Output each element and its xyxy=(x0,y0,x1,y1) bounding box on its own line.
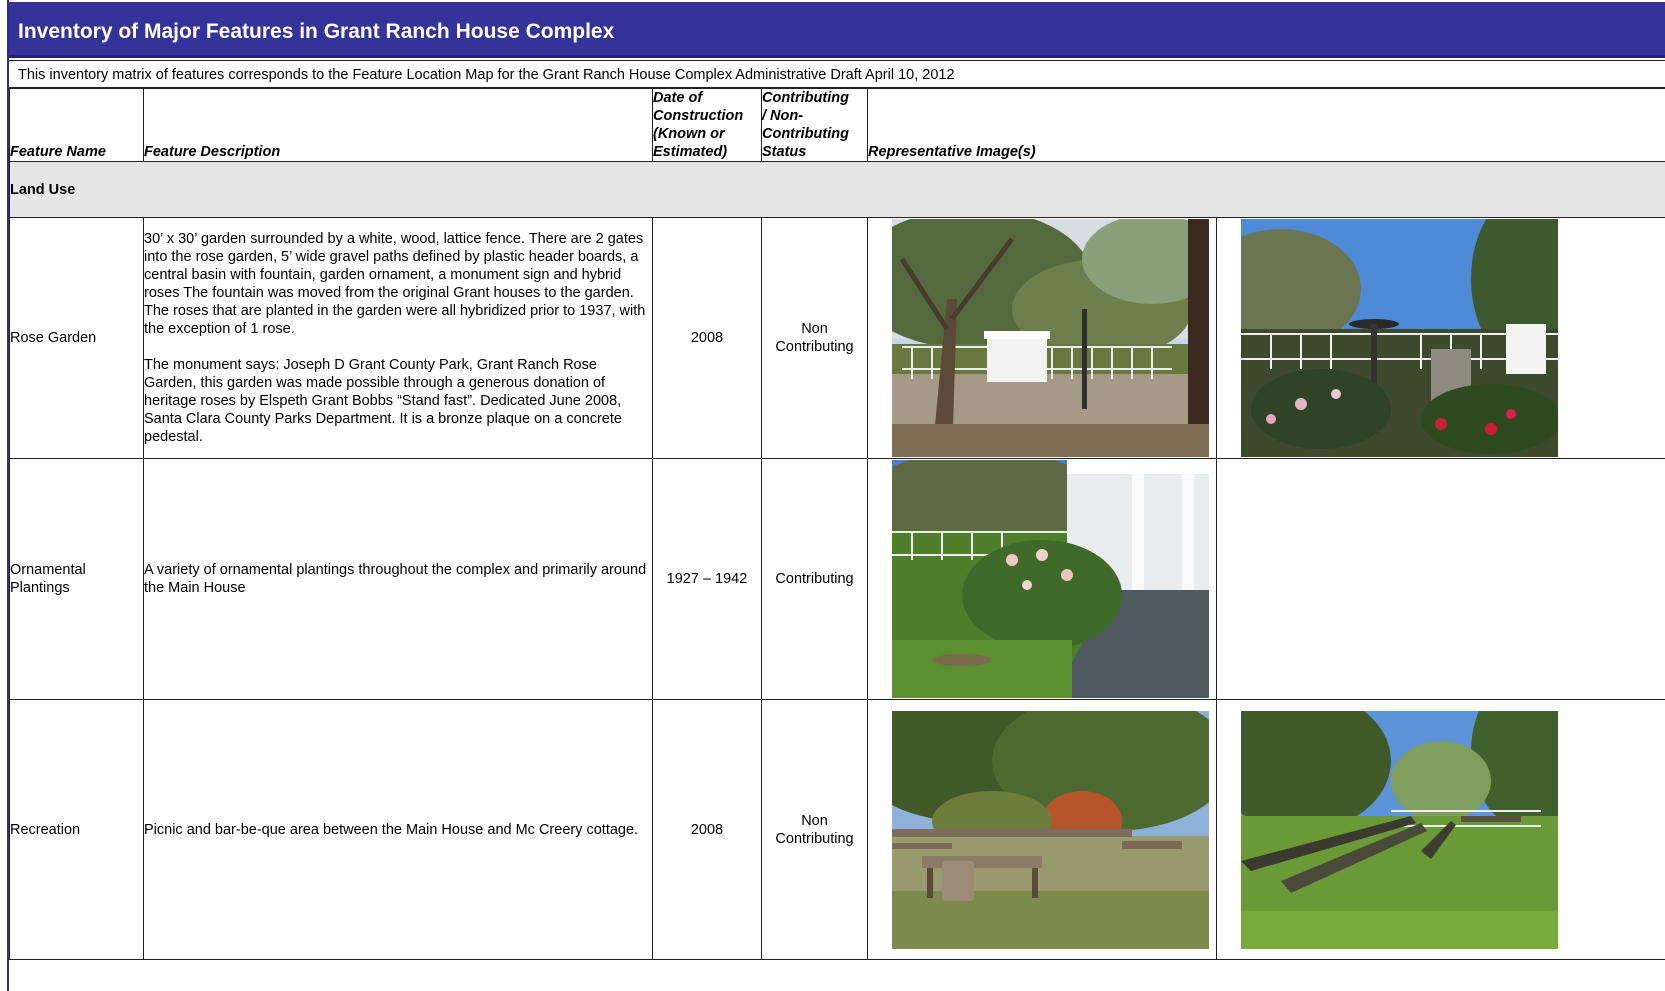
page-title: Inventory of Major Features in Grant Ran… xyxy=(18,20,615,43)
construction-date-cell: 2008 xyxy=(652,699,762,960)
description-paragraph: The monument says: Joseph D Grant County… xyxy=(144,357,622,445)
header-representative-images: Representative Image(s) xyxy=(867,88,1665,162)
image-cell xyxy=(867,699,1217,960)
header-date-line: Construction xyxy=(653,108,744,124)
rose-garden-gate-photo xyxy=(892,219,1209,457)
construction-date-cell: 2008 xyxy=(652,217,762,459)
feature-description-cell: 30’ x 30’ garden surrounded by a white, … xyxy=(143,217,653,459)
status-line: Contributing xyxy=(775,339,854,355)
feature-description-cell: A variety of ornamental plantings throug… xyxy=(143,458,653,700)
table-row: Rose Garden 30’ x 30’ garden surrounded … xyxy=(9,217,1665,459)
header-date-line: Estimated) xyxy=(653,144,728,160)
header-date-line: (Known or xyxy=(653,126,725,142)
status-line: Non xyxy=(801,321,828,337)
feature-name-cell: Recreation xyxy=(9,699,144,960)
section-label: Land Use xyxy=(9,161,1665,218)
section-row-land-use: Land Use xyxy=(9,161,1665,218)
header-status-line: Contributing xyxy=(762,90,849,106)
picnic-area-photo xyxy=(892,710,1209,949)
table-header-row: Feature Name Feature Description Date of… xyxy=(9,88,1665,162)
feature-name-cell: Rose Garden xyxy=(9,217,144,459)
intro-note: This inventory matrix of features corres… xyxy=(9,60,1665,88)
feature-name-cell: Ornamental Plantings xyxy=(9,458,144,700)
rose-garden-fountain-photo xyxy=(1241,219,1558,457)
image-cell xyxy=(867,458,1217,700)
description-paragraph: 30’ x 30’ garden surrounded by a white, … xyxy=(144,231,646,337)
header-status-line: Contributing xyxy=(762,126,849,142)
image-cell xyxy=(1216,217,1665,459)
description-paragraph: Picnic and bar-be-que area between the M… xyxy=(144,821,639,838)
construction-date-cell: 1927 – 1942 xyxy=(652,458,762,700)
title-bar: Inventory of Major Features in Grant Ran… xyxy=(9,2,1665,58)
feature-name-line: Ornamental xyxy=(10,562,86,578)
intro-note-text: This inventory matrix of features corres… xyxy=(18,67,955,83)
status-cell: Non Contributing xyxy=(761,217,868,459)
table-row: Recreation Picnic and bar-be-que area be… xyxy=(9,699,1665,960)
image-cell xyxy=(1216,458,1665,700)
inventory-table: Feature Name Feature Description Date of… xyxy=(9,88,1665,960)
table-row: Ornamental Plantings A variety of orname… xyxy=(9,458,1665,700)
status-line: Non xyxy=(801,812,828,829)
picnic-tables-lawn-photo xyxy=(1241,710,1558,949)
status-cell: Non Contributing xyxy=(761,699,868,960)
header-status-line: / Non- xyxy=(762,108,804,124)
status-cell: Contributing xyxy=(761,458,868,700)
status-line: Contributing xyxy=(775,830,854,847)
image-cell xyxy=(1216,699,1665,960)
rose-bush-by-porch-photo xyxy=(892,460,1209,698)
feature-description-cell: Picnic and bar-be-que area between the M… xyxy=(143,699,653,960)
feature-name-line: Plantings xyxy=(10,580,70,596)
image-cell xyxy=(867,217,1217,459)
header-contributing-status: Contributing / Non- Contributing Status xyxy=(761,88,868,162)
header-feature-name: Feature Name xyxy=(9,88,144,162)
header-feature-description: Feature Description xyxy=(143,88,653,162)
description-paragraph: A variety of ornamental plantings throug… xyxy=(144,562,647,596)
status-line: Contributing xyxy=(775,571,854,587)
header-date-line: Date of xyxy=(653,90,703,106)
header-status-line: Status xyxy=(762,144,807,160)
header-date-of-construction: Date of Construction (Known or Estimated… xyxy=(652,88,762,162)
document-page: Inventory of Major Features in Grant Ran… xyxy=(0,0,1665,991)
